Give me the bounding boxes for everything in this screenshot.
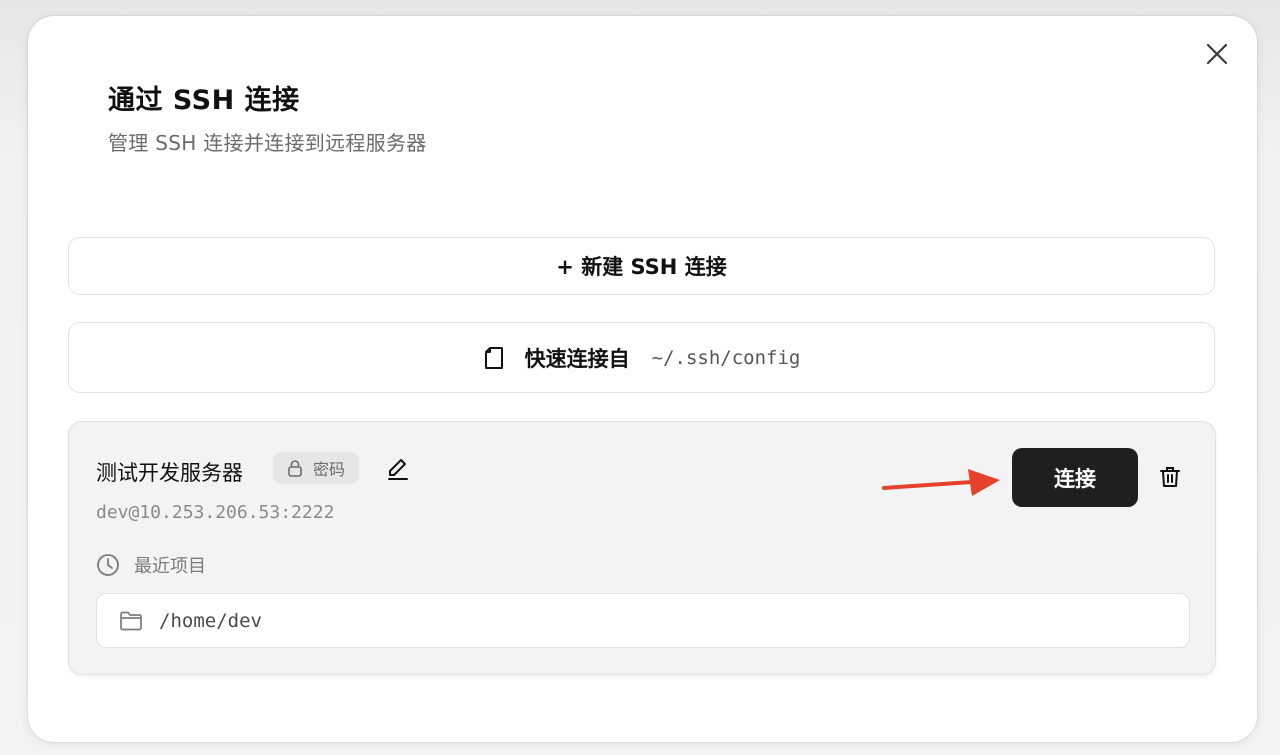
- delete-server-button[interactable]: [1158, 465, 1182, 489]
- dialog-title: 通过 SSH 连接: [108, 85, 300, 116]
- recent-projects-label: 最近项目: [134, 556, 206, 577]
- annotation-arrow: [882, 469, 1000, 496]
- recent-project-path: /home/dev: [159, 609, 262, 632]
- clock-icon: [96, 553, 120, 577]
- new-ssh-connection-button[interactable]: + 新建 SSH 连接: [68, 237, 1215, 295]
- connect-button-label: 连接: [1054, 466, 1096, 491]
- ssh-dialog: 通过 SSH 连接 管理 SSH 连接并连接到远程服务器 + 新建 SSH 连接…: [28, 16, 1257, 742]
- pencil-icon: [388, 459, 408, 480]
- connect-button[interactable]: 连接: [1012, 448, 1138, 507]
- lock-icon: [287, 459, 303, 477]
- folder-icon: [119, 610, 143, 632]
- recent-project-item[interactable]: /home/dev: [96, 593, 1190, 648]
- ssh-config-path: ~/.ssh/config: [651, 346, 801, 369]
- server-address: dev@10.253.206.53:2222: [96, 502, 335, 523]
- dialog-subtitle: 管理 SSH 连接并连接到远程服务器: [108, 131, 427, 155]
- auth-badge-label: 密码: [313, 460, 346, 479]
- auth-badge: 密码: [273, 452, 360, 484]
- quick-connect-button[interactable]: 快速连接自 ~/.ssh/config: [68, 322, 1215, 393]
- close-button[interactable]: [1203, 40, 1231, 68]
- trash-icon: [1160, 467, 1180, 487]
- recent-projects-header: 最近项目: [96, 552, 206, 578]
- new-ssh-connection-label: + 新建 SSH 连接: [556, 255, 727, 279]
- server-name: 测试开发服务器: [96, 461, 243, 485]
- edit-server-button[interactable]: [386, 457, 410, 481]
- close-icon: [1206, 43, 1228, 65]
- file-icon: [483, 346, 505, 370]
- quick-connect-label: 快速连接自: [524, 346, 630, 371]
- server-card: 测试开发服务器 密码 dev@10.253.206.53:2222 连接 最近项…: [68, 421, 1216, 675]
